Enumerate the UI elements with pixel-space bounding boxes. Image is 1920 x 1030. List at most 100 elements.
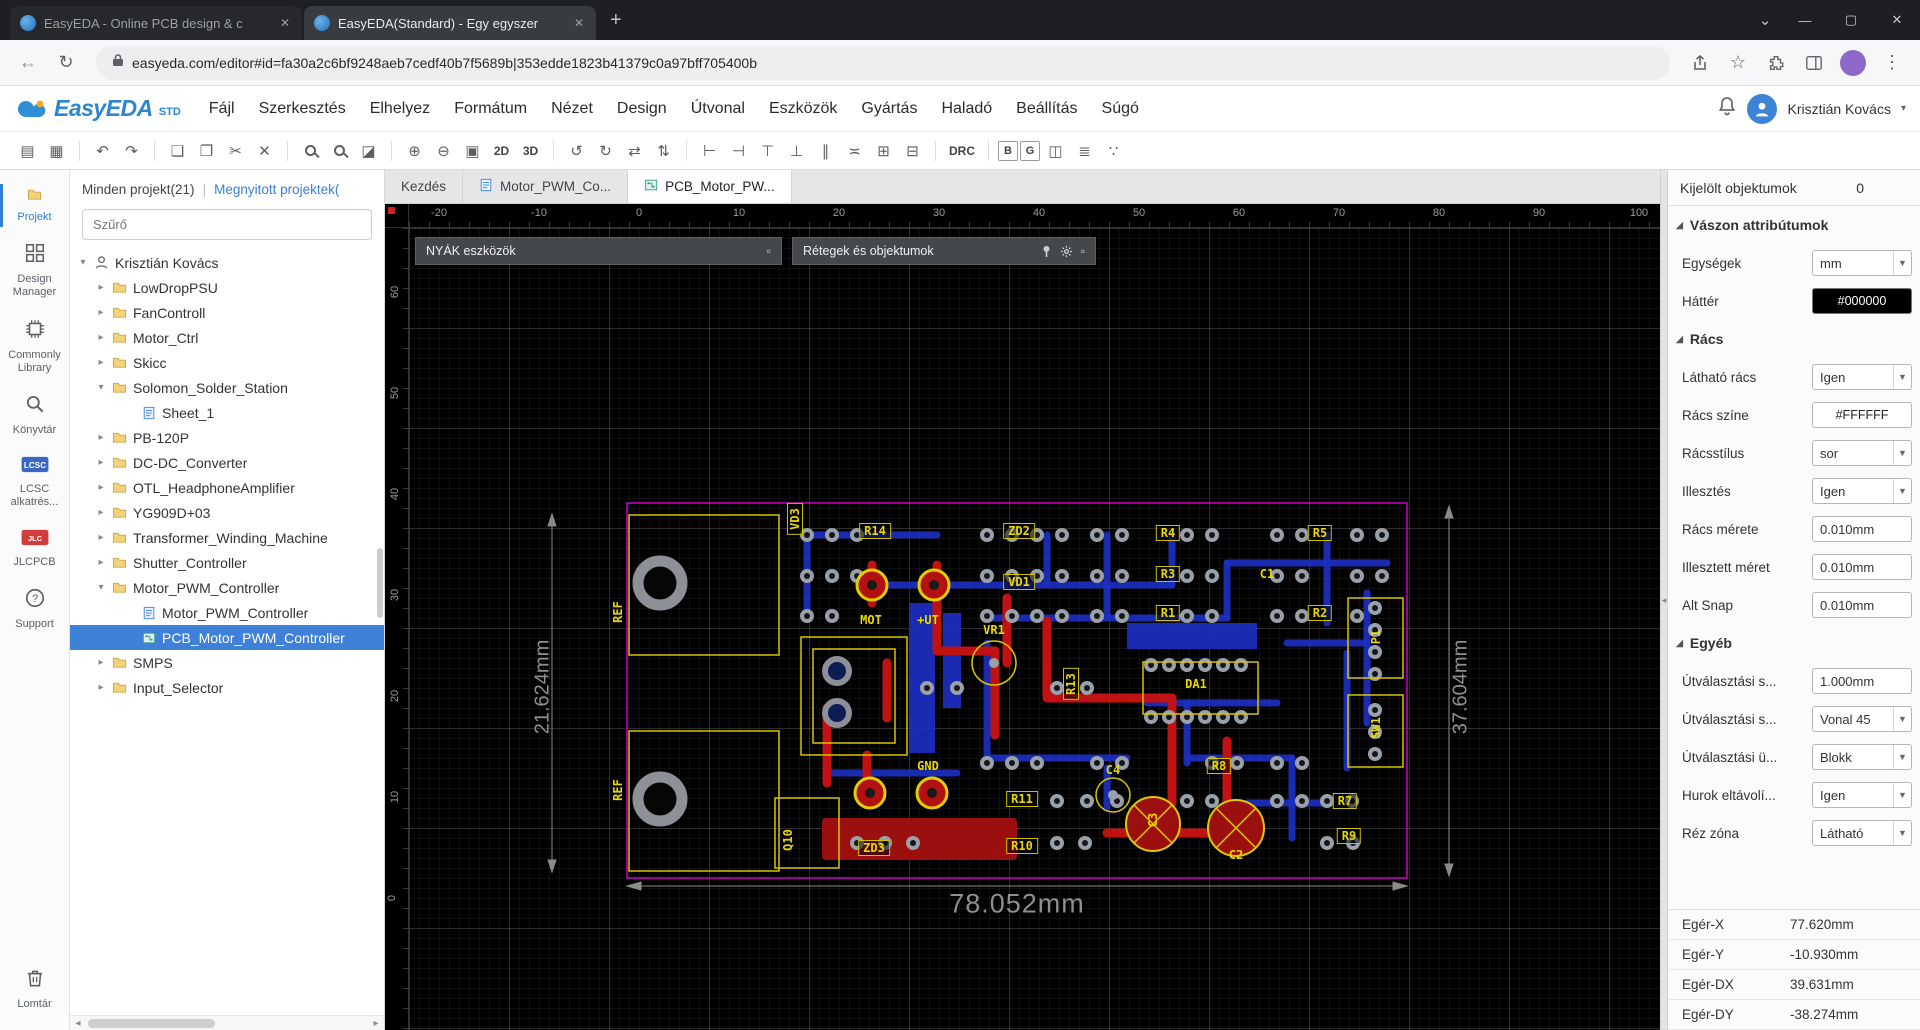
pcb-ref-c1[interactable]: C1 xyxy=(1260,567,1274,581)
editor-tab-motor-pwm-co[interactable]: Motor_PWM_Co... xyxy=(463,170,629,203)
paste-icon[interactable]: ❐ xyxy=(193,137,220,164)
align-left-icon[interactable]: ⊢ xyxy=(696,137,723,164)
close-button[interactable]: ✕ xyxy=(1874,0,1920,40)
sidebar-item-design-manager[interactable]: Design Manager xyxy=(0,233,69,308)
sidebar-item-lcsc-alkatr-s[interactable]: LCSC LCSC alkatrés... xyxy=(0,446,69,518)
rotate-left-icon[interactable]: ↺ xyxy=(563,137,590,164)
eraser-icon[interactable]: ◪ xyxy=(355,137,382,164)
scroll-track[interactable] xyxy=(86,1016,368,1030)
tab-close-icon[interactable]: ✕ xyxy=(278,16,292,30)
pcb-ref-c2[interactable]: C2 xyxy=(1229,848,1243,862)
pcb-ref-c3[interactable]: C3 xyxy=(1146,813,1160,827)
reload-button[interactable]: ↻ xyxy=(50,47,82,79)
pcb-ref-r5[interactable]: R5 xyxy=(1307,525,1333,541)
pcb-ref-r9[interactable]: R9 xyxy=(1336,828,1362,844)
bookmark-star-icon[interactable]: ☆ xyxy=(1722,47,1754,79)
group-icon[interactable]: ⊞ xyxy=(870,137,897,164)
chevron-down-icon[interactable]: ▼ xyxy=(1893,821,1911,845)
tree-expand-icon[interactable]: ▸ xyxy=(96,482,106,493)
notifications-bell-icon[interactable] xyxy=(1717,96,1737,121)
save-icon[interactable]: ▦ xyxy=(43,137,70,164)
menu-n-zet[interactable]: Nézet xyxy=(541,94,603,124)
flip-vertical-icon[interactable]: ⇅ xyxy=(650,137,677,164)
tree-item-skicc[interactable]: ▸ Skicc xyxy=(70,350,384,375)
attr-input-alt-snap[interactable]: 0.010mm xyxy=(1812,592,1912,618)
tree-item-motor-pwm-controller[interactable]: ▾ Motor_PWM_Controller xyxy=(70,575,384,600)
pcb-tools-panel[interactable]: NYÁK eszközök ▫ xyxy=(415,237,782,265)
tree-item-pb-120p[interactable]: ▸ PB-120P xyxy=(70,425,384,450)
pcb-ref-da1[interactable]: DA1 xyxy=(1185,677,1207,691)
drc-icon[interactable]: DRC xyxy=(945,137,979,164)
redo-icon[interactable]: ↷ xyxy=(118,137,145,164)
undo-icon[interactable]: ↶ xyxy=(89,137,116,164)
chevron-down-icon[interactable]: ▼ xyxy=(1893,479,1911,503)
menu-elhelyez[interactable]: Elhelyez xyxy=(360,94,440,124)
open-icon[interactable]: ▤ xyxy=(14,137,41,164)
layers-icon[interactable]: ≣ xyxy=(1071,137,1098,164)
pcb-ref-zd2[interactable]: ZD2 xyxy=(1003,523,1035,539)
pcb-ref-ut[interactable]: +UT xyxy=(917,613,939,627)
attr-color-r-cs-sz-ne[interactable]: #FFFFFF xyxy=(1812,402,1912,428)
tree-item-pcb-motor-pwm-controller[interactable]: PCB_Motor_PWM_Controller xyxy=(70,625,384,650)
pcb-ref-r10[interactable]: R10 xyxy=(1006,838,1038,854)
maximize-button[interactable]: ▢ xyxy=(1828,0,1874,40)
pcb-ref-r4[interactable]: R4 xyxy=(1155,525,1181,541)
zoom-out-icon[interactable]: ⊖ xyxy=(430,137,457,164)
sidebar-item-support[interactable]: ? Support xyxy=(0,578,69,640)
ungroup-icon[interactable]: ⊟ xyxy=(899,137,926,164)
pcb-ref-r2[interactable]: R2 xyxy=(1307,605,1333,621)
align-right-icon[interactable]: ⊣ xyxy=(725,137,752,164)
pcb-ref-c4[interactable]: C4 xyxy=(1106,763,1120,777)
align-bottom-icon[interactable]: ⊥ xyxy=(783,137,810,164)
attr-select-egys-gek[interactable]: mm ▼ xyxy=(1812,250,1912,276)
section-header-r-cs[interactable]: ◢ Rács xyxy=(1668,320,1920,358)
layers-objects-panel[interactable]: Rétegek és objektumok ▫ xyxy=(792,237,1096,265)
view-2d-icon[interactable]: 2D xyxy=(488,137,515,164)
pcb-ref-r8[interactable]: R8 xyxy=(1206,758,1232,774)
tree-expand-icon[interactable]: ▸ xyxy=(96,557,106,568)
pcb-ref-vr1[interactable]: VR1 xyxy=(983,623,1005,637)
menu-be-ll-t-s[interactable]: Beállítás xyxy=(1006,94,1087,124)
chevron-down-icon[interactable]: ▼ xyxy=(1893,365,1911,389)
tree-item-otl-headphoneamplifier[interactable]: ▸ OTL_HeadphoneAmplifier xyxy=(70,475,384,500)
user-name[interactable]: Krisztián Kovács xyxy=(1787,101,1890,117)
menu-halad[interactable]: Haladó xyxy=(931,94,1002,124)
pcb-ref-p1[interactable]: P1 xyxy=(1369,630,1383,644)
pcb-ref-vd3[interactable]: VD3 xyxy=(787,503,803,535)
tree-item-shutter-controller[interactable]: ▸ Shutter_Controller xyxy=(70,550,384,575)
flip-horizontal-icon[interactable]: ⇄ xyxy=(621,137,648,164)
pcb-ref-q10[interactable]: Q10 xyxy=(781,829,795,851)
chevron-down-icon[interactable]: ▼ xyxy=(1893,441,1911,465)
browser-tab-1[interactable]: EasyEDA - Online PCB design & c ✕ xyxy=(10,6,302,40)
pin-icon[interactable] xyxy=(1041,245,1052,258)
sidebar-item-commonly-library[interactable]: Commonly Library xyxy=(0,309,69,384)
pcb-ref-ref[interactable]: REF xyxy=(611,601,625,623)
pcb-ref-mot[interactable]: MOT xyxy=(860,613,882,627)
snapshot-icon[interactable]: ◫ xyxy=(1042,137,1069,164)
profile-avatar[interactable] xyxy=(1840,49,1866,76)
tree-expand-icon[interactable]: ▸ xyxy=(96,282,106,293)
pcb-ref-ref[interactable]: REF xyxy=(611,779,625,801)
collapse-icon[interactable]: ▫ xyxy=(1081,244,1085,258)
view-3d-icon[interactable]: 3D xyxy=(517,137,544,164)
pcb-canvas[interactable]: 21.624mm 37.604mm 78.052mm NYÁK eszközök… xyxy=(409,228,1660,1030)
chevron-down-icon[interactable]: ▼ xyxy=(1893,783,1911,807)
zoom-in-icon[interactable]: ⊕ xyxy=(401,137,428,164)
sidebar-item-projekt[interactable]: Projekt xyxy=(0,178,69,233)
menu-design[interactable]: Design xyxy=(607,94,677,124)
pcb-ref-zd3[interactable]: ZD3 xyxy=(858,840,890,856)
pcb-ref-r3[interactable]: R3 xyxy=(1155,566,1181,582)
panel-splitter[interactable]: ◂ xyxy=(1660,170,1668,1030)
easyeda-logo[interactable]: EasyEDA STD xyxy=(14,95,181,122)
attr-input-r-cs-m-rete[interactable]: 0.010mm xyxy=(1812,516,1912,542)
filter-search-icon[interactable] xyxy=(326,137,353,164)
scroll-left-icon[interactable]: ◂ xyxy=(70,1018,86,1029)
collapse-icon[interactable]: ▫ xyxy=(767,244,771,258)
chevron-down-icon[interactable]: ▼ xyxy=(1893,745,1911,769)
menu-eszk-z-k[interactable]: Eszközök xyxy=(759,94,847,124)
collapse-arrow-icon[interactable]: ◂ xyxy=(1662,595,1667,606)
share-icon[interactable]: ∵ xyxy=(1100,137,1127,164)
tree-expand-icon[interactable]: ▸ xyxy=(96,532,106,543)
attr-select-hurok-elt-vol[interactable]: Igen ▼ xyxy=(1812,782,1912,808)
chevron-down-icon[interactable]: ▼ xyxy=(1893,251,1911,275)
